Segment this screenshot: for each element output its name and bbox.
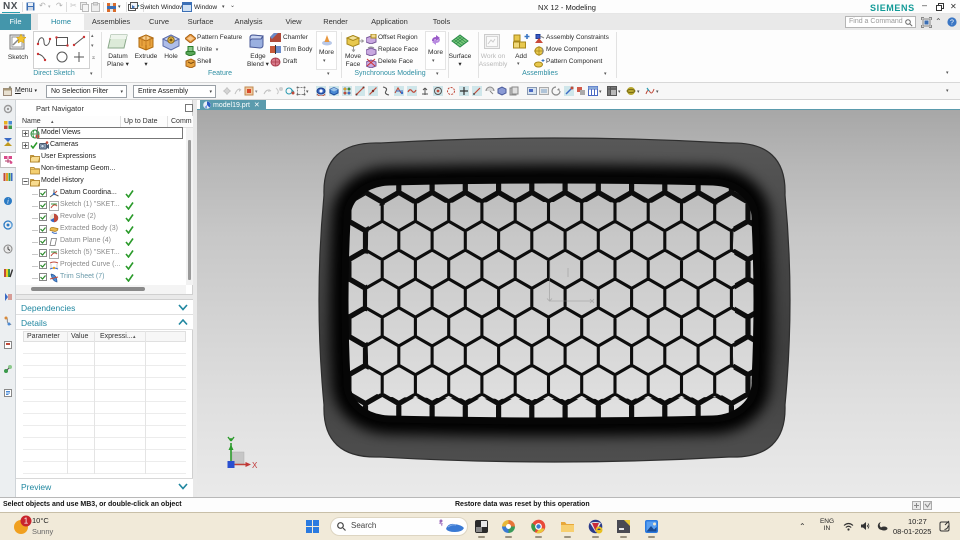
svg-text:X: X [252,461,258,470]
svg-text:?: ? [950,20,954,27]
svg-text:i: i [7,198,9,206]
svg-text:1: 1 [24,517,29,526]
